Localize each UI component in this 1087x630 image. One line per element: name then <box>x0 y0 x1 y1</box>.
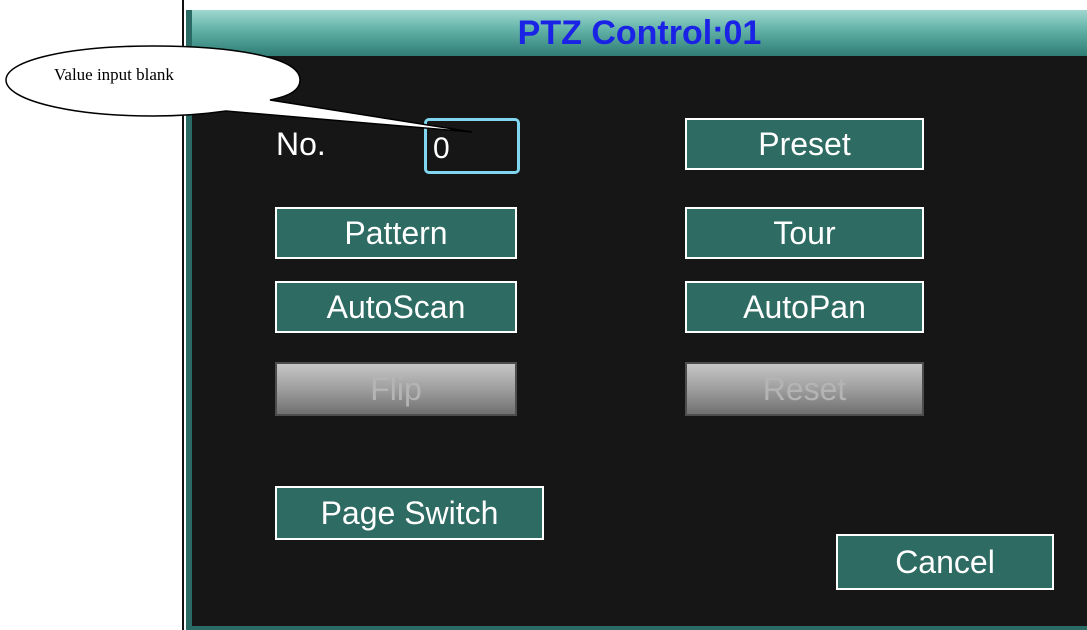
preset-button[interactable]: Preset <box>685 118 924 170</box>
autopan-button[interactable]: AutoPan <box>685 281 924 333</box>
page-switch-button[interactable]: Page Switch <box>275 486 544 540</box>
callout-shape <box>5 45 473 133</box>
tour-button[interactable]: Tour <box>685 207 924 259</box>
callout-text: Value input blank <box>54 65 174 84</box>
reset-button: Reset <box>685 362 924 416</box>
cancel-button[interactable]: Cancel <box>836 534 1054 590</box>
pattern-button[interactable]: Pattern <box>275 207 517 259</box>
dialog-title: PTZ Control:01 <box>517 14 762 52</box>
autoscan-button[interactable]: AutoScan <box>275 281 517 333</box>
manual-page: PTZ Control:01 No. Preset Pattern Tour A… <box>0 0 1087 630</box>
flip-button: Flip <box>275 362 517 416</box>
